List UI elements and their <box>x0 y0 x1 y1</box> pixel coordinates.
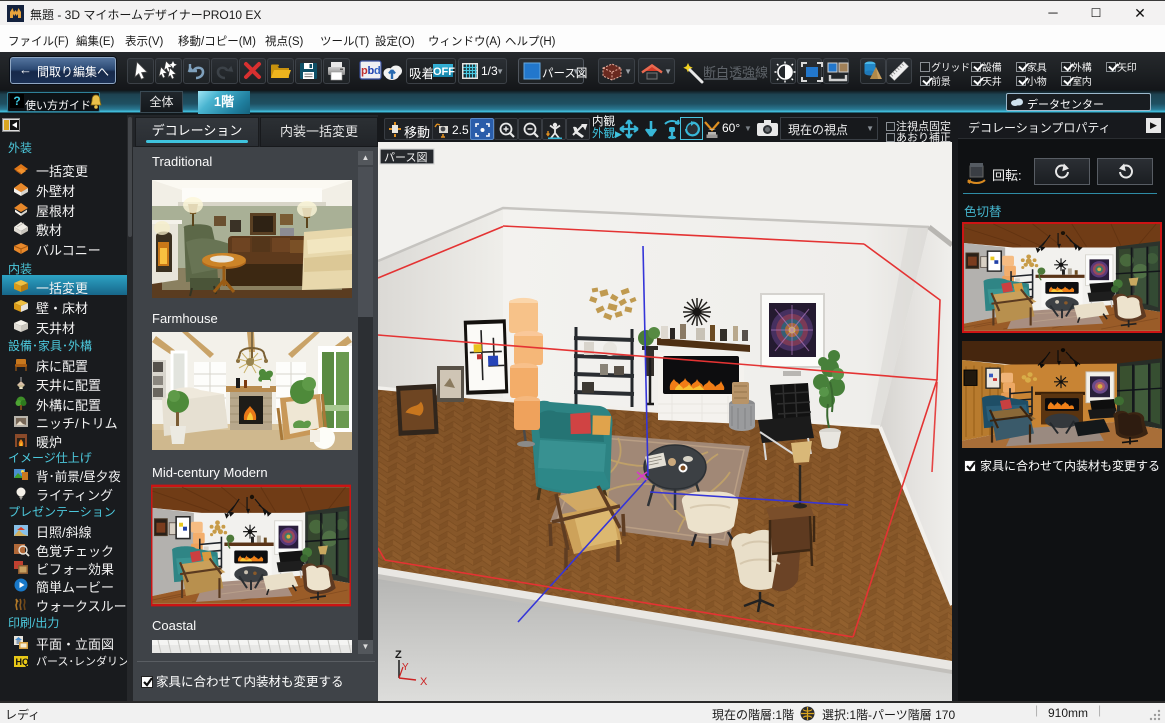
svg-text:HQ: HQ <box>16 657 30 667</box>
svg-text:X: X <box>420 676 428 688</box>
svg-text:パース図: パース図 <box>384 151 427 164</box>
svg-text:Z: Z <box>395 649 402 661</box>
svg-text:d: d <box>374 65 381 77</box>
